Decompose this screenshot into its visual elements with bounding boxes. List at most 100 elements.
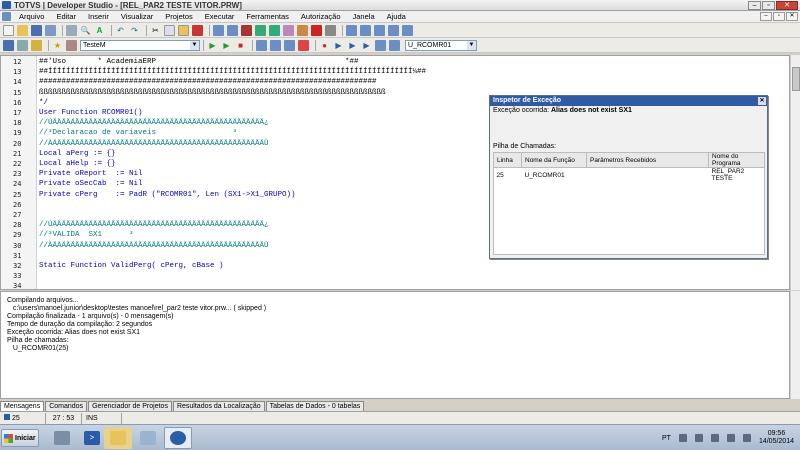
tab-tabelas-dados[interactable]: Tabelas de Dados - 0 tabelas: [265, 401, 365, 411]
editor-scrollbar[interactable]: [790, 55, 800, 290]
menu-inserir[interactable]: Inserir: [82, 12, 115, 21]
outdent-icon[interactable]: [227, 24, 238, 36]
exception-message-prefix: Exceção ocorrida:: [493, 107, 550, 114]
code-line: //³Declaracao de variaveis ³: [39, 129, 238, 138]
menu-arquivo[interactable]: Arquivo: [13, 12, 50, 21]
line-number: 23: [13, 170, 22, 179]
output-panel[interactable]: Compilando arquivos... c:\users\manoel.j…: [0, 291, 790, 399]
step-over-icon[interactable]: [270, 39, 281, 51]
config-icon[interactable]: [31, 39, 42, 51]
chevron-down-icon[interactable]: ▼: [467, 40, 476, 50]
column-header-programa[interactable]: Nome do Programa: [708, 152, 765, 168]
window-list-icon[interactable]: [374, 24, 385, 36]
window-arrange-icon[interactable]: [402, 24, 413, 36]
continue-icon[interactable]: ▶: [361, 40, 372, 51]
stop-icon[interactable]: [311, 24, 322, 36]
compile-all-icon[interactable]: [269, 24, 280, 36]
undo-icon[interactable]: ↶: [115, 25, 126, 36]
project-icon[interactable]: [297, 24, 308, 36]
menu-projetos[interactable]: Projetos: [159, 12, 199, 21]
language-indicator[interactable]: PT: [662, 435, 671, 442]
taskbar-server-manager[interactable]: [48, 427, 76, 449]
clock[interactable]: 09:56 14/05/2014: [759, 430, 794, 446]
menu-executar[interactable]: Executar: [199, 12, 241, 21]
callstack-icon[interactable]: [389, 39, 400, 51]
step-out-icon[interactable]: [284, 39, 295, 51]
line-number: 14: [13, 78, 22, 87]
column-header-nome-funcao[interactable]: Nome da Função: [521, 152, 587, 168]
close-button[interactable]: ✕: [776, 1, 798, 10]
indent-icon[interactable]: [213, 24, 224, 36]
print-icon[interactable]: [66, 24, 77, 36]
start-button[interactable]: Iniciar: [1, 429, 39, 447]
menu-janela[interactable]: Janela: [347, 12, 381, 21]
environment-select[interactable]: TesteM ▼: [80, 39, 200, 51]
tab-mensagens[interactable]: Mensagens: [0, 401, 45, 411]
close-icon[interactable]: ✕: [758, 97, 766, 105]
paste-icon[interactable]: [178, 24, 189, 36]
save-icon[interactable]: [31, 24, 42, 36]
open-folder-icon[interactable]: [17, 24, 28, 36]
column-header-parametros[interactable]: Parâmetros Recebidos: [586, 152, 709, 168]
mdi-restore-button[interactable]: ▫: [773, 12, 785, 21]
taskbar-app[interactable]: [134, 427, 162, 449]
output-scrollbar[interactable]: [790, 291, 800, 399]
redo-icon[interactable]: ↷: [129, 25, 140, 36]
stop-icon[interactable]: ▶: [347, 40, 358, 51]
step-into-icon[interactable]: [256, 39, 267, 51]
font-icon[interactable]: A: [94, 25, 105, 36]
tools-icon[interactable]: [298, 39, 309, 51]
minimize-button[interactable]: –: [748, 1, 761, 10]
clock-time: 09:56: [767, 430, 786, 437]
maximize-button[interactable]: ▫: [762, 1, 775, 10]
menu-ferramentas[interactable]: Ferramentas: [240, 12, 295, 21]
network-icon[interactable]: [726, 434, 735, 442]
save-all-icon[interactable]: [45, 24, 56, 36]
tab-resultados-localizacao[interactable]: Resultados da Localização: [172, 401, 265, 411]
patch-icon[interactable]: [283, 24, 294, 36]
column-header-linha[interactable]: Linha: [493, 152, 522, 168]
table-row[interactable]: 25 U_RCOMR01 REL_PAR2 TESTE: [494, 168, 765, 182]
flag-icon[interactable]: [710, 434, 719, 442]
run-debug-icon[interactable]: ▶: [221, 40, 232, 51]
stop-debug-icon[interactable]: ■: [235, 40, 246, 51]
options-icon[interactable]: [325, 24, 336, 36]
user-icon[interactable]: [66, 39, 77, 51]
window-cascade-icon[interactable]: [346, 24, 357, 36]
star-icon[interactable]: ★: [52, 40, 63, 51]
line-number: 33: [13, 272, 22, 281]
bookmark-icon[interactable]: [241, 24, 252, 36]
menu-editar[interactable]: Editar: [50, 12, 82, 21]
menu-autorizacao[interactable]: Autorização: [295, 12, 347, 21]
window-close-all-icon[interactable]: [388, 24, 399, 36]
environment-icon[interactable]: [3, 39, 14, 51]
menu-visualizar[interactable]: Visualizar: [115, 12, 159, 21]
help-icon[interactable]: [694, 434, 703, 442]
volume-icon[interactable]: [742, 434, 751, 442]
compile-icon[interactable]: [255, 24, 266, 36]
function-select[interactable]: U_RCOMR01 ▼: [405, 39, 477, 51]
breakpoint-icon[interactable]: ●: [319, 40, 330, 51]
window-tile-icon[interactable]: [360, 24, 371, 36]
pause-icon[interactable]: ▶: [333, 40, 344, 51]
document-icon[interactable]: [2, 12, 11, 21]
copy-icon[interactable]: [164, 24, 175, 36]
cut-icon[interactable]: ✂: [150, 25, 161, 36]
watch-icon[interactable]: [375, 39, 386, 51]
tab-comandos[interactable]: Comandos: [45, 401, 88, 411]
find-icon[interactable]: 🔍: [80, 25, 91, 36]
editor-scrollbar-thumb[interactable]: [792, 67, 800, 91]
mdi-close-button[interactable]: ✕: [786, 12, 798, 21]
delete-icon[interactable]: [192, 24, 203, 36]
taskbar-powershell[interactable]: >: [78, 427, 106, 449]
taskbar-totvs[interactable]: [164, 427, 192, 449]
run-icon[interactable]: ▶: [207, 40, 218, 51]
taskbar-explorer[interactable]: [104, 427, 132, 449]
server-icon[interactable]: [17, 39, 28, 51]
new-file-icon[interactable]: [3, 24, 14, 36]
chevron-down-icon[interactable]: ▼: [190, 40, 199, 50]
menu-ajuda[interactable]: Ajuda: [381, 12, 412, 21]
keyboard-icon[interactable]: [678, 434, 687, 442]
mdi-minimize-button[interactable]: –: [760, 12, 772, 21]
tab-gerenciador-projetos[interactable]: Gerenciador de Projetos: [88, 401, 172, 411]
